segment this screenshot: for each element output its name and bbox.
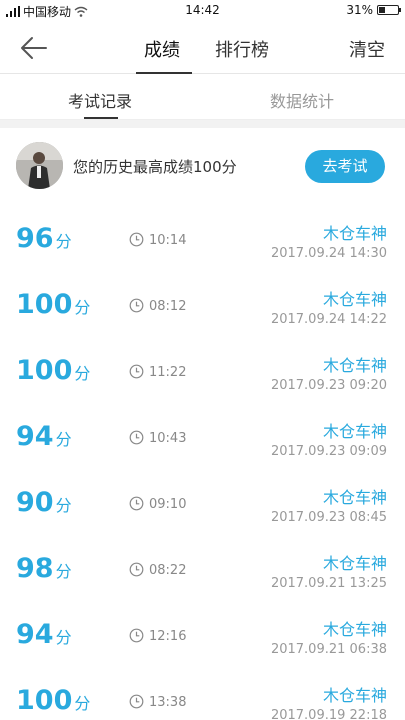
- clock-icon: [129, 496, 144, 511]
- record-score: 98 分: [16, 554, 72, 587]
- exam-records-list: 96 分 10:14 木仓车神 2017.09.24 14:30 100 分 08:12 木仓车…: [0, 202, 405, 720]
- record-duration: 09:10: [149, 497, 187, 512]
- record-score-value: 96: [16, 223, 54, 254]
- tab-ranking[interactable]: 排行榜: [215, 36, 269, 62]
- clock-icon: [129, 628, 144, 643]
- record-name: 木仓车神: [322, 224, 387, 243]
- record-score: 94 分: [16, 422, 72, 455]
- record-row[interactable]: 98 分 08:22 木仓车神 2017.09.21 13:25: [0, 532, 405, 598]
- record-date: 2017.09.19 22:18: [270, 708, 387, 720]
- record-name: 木仓车神: [322, 488, 387, 507]
- sub-tabs: 考试记录 数据统计: [0, 74, 405, 120]
- avatar[interactable]: [16, 142, 63, 189]
- record-score-unit: 分: [55, 562, 72, 581]
- record-name: 木仓车神: [322, 554, 387, 573]
- record-date: 2017.09.21 13:25: [270, 576, 387, 591]
- clear-button[interactable]: 清空: [349, 36, 385, 62]
- record-name: 木仓车神: [322, 620, 387, 639]
- clock-icon: [129, 430, 144, 445]
- record-name: 木仓车神: [322, 356, 387, 375]
- record-score-unit: 分: [55, 232, 72, 251]
- tab-scores[interactable]: 成绩: [144, 36, 180, 62]
- record-date: 2017.09.21 06:38: [270, 642, 387, 657]
- record-date: 2017.09.23 09:09: [270, 444, 387, 459]
- record-score-unit: 分: [55, 628, 72, 647]
- record-duration: 08:12: [149, 299, 187, 314]
- record-score: 100 分: [16, 356, 90, 389]
- avatar-image: [16, 142, 63, 189]
- record-row[interactable]: 96 分 10:14 木仓车神 2017.09.24 14:30: [0, 202, 405, 268]
- tab-data-stats[interactable]: 数据统计: [270, 88, 334, 112]
- clock-icon: [129, 298, 144, 313]
- section-divider: [0, 120, 405, 128]
- battery-icon: [377, 5, 401, 15]
- record-date: 2017.09.24 14:22: [270, 312, 387, 327]
- status-bar: 中国移动 14:42 31%: [0, 0, 405, 22]
- record-score-value: 100: [16, 685, 73, 716]
- record-row[interactable]: 100 分 13:38 木仓车神 2017.09.19 22:18: [0, 664, 405, 720]
- record-row[interactable]: 94 分 12:16 木仓车神 2017.09.21 06:38: [0, 598, 405, 664]
- record-date: 2017.09.24 14:30: [270, 246, 387, 261]
- record-score-unit: 分: [55, 496, 72, 515]
- record-name: 木仓车神: [322, 686, 387, 705]
- record-duration: 10:14: [149, 233, 187, 248]
- record-name: 木仓车神: [322, 422, 387, 441]
- record-score-unit: 分: [74, 694, 91, 713]
- record-row[interactable]: 94 分 10:43 木仓车神 2017.09.23 09:09: [0, 400, 405, 466]
- record-duration: 12:16: [149, 629, 187, 644]
- record-score-value: 100: [16, 355, 73, 386]
- clock-icon: [129, 232, 144, 247]
- record-score-unit: 分: [74, 298, 91, 317]
- record-score-value: 98: [16, 553, 54, 584]
- record-duration: 13:38: [149, 695, 187, 710]
- record-date: 2017.09.23 08:45: [270, 510, 387, 525]
- record-name: 木仓车神: [322, 290, 387, 309]
- record-score: 90 分: [16, 488, 72, 521]
- back-arrow-icon: [21, 37, 47, 59]
- status-time: 14:42: [185, 3, 220, 17]
- nav-bar: 成绩 排行榜 清空: [0, 22, 405, 74]
- record-score: 94 分: [16, 620, 72, 653]
- battery-tip: [399, 8, 401, 12]
- record-score: 96 分: [16, 224, 72, 257]
- record-score-value: 100: [16, 289, 73, 320]
- clock-icon: [129, 562, 144, 577]
- clock-icon: [129, 694, 144, 709]
- battery-percent: 31%: [346, 3, 373, 17]
- best-score-text: 您的历史最高成绩100分: [73, 158, 237, 176]
- status-right: 31%: [346, 3, 401, 17]
- tab-exam-records[interactable]: 考试记录: [68, 88, 132, 112]
- profile-section: 您的历史最高成绩100分 去考试: [0, 128, 405, 202]
- clock-icon: [129, 364, 144, 379]
- go-exam-button[interactable]: 去考试: [305, 150, 385, 183]
- record-duration: 08:22: [149, 563, 187, 578]
- sub-tab-indicator: [84, 117, 118, 119]
- record-score-value: 94: [16, 421, 54, 452]
- record-score-unit: 分: [55, 430, 72, 449]
- record-date: 2017.09.23 09:20: [270, 378, 387, 393]
- record-duration: 11:22: [149, 365, 187, 380]
- back-button[interactable]: [18, 34, 48, 62]
- battery-fill: [379, 7, 385, 13]
- record-row[interactable]: 90 分 09:10 木仓车神 2017.09.23 08:45: [0, 466, 405, 532]
- record-score-unit: 分: [74, 364, 91, 383]
- record-row[interactable]: 100 分 08:12 木仓车神 2017.09.24 14:22: [0, 268, 405, 334]
- record-score-value: 90: [16, 487, 54, 518]
- record-duration: 10:43: [149, 431, 187, 446]
- record-score: 100 分: [16, 686, 90, 719]
- record-score: 100 分: [16, 290, 90, 323]
- record-score-value: 94: [16, 619, 54, 650]
- record-row[interactable]: 100 分 11:22 木仓车神 2017.09.23 09:20: [0, 334, 405, 400]
